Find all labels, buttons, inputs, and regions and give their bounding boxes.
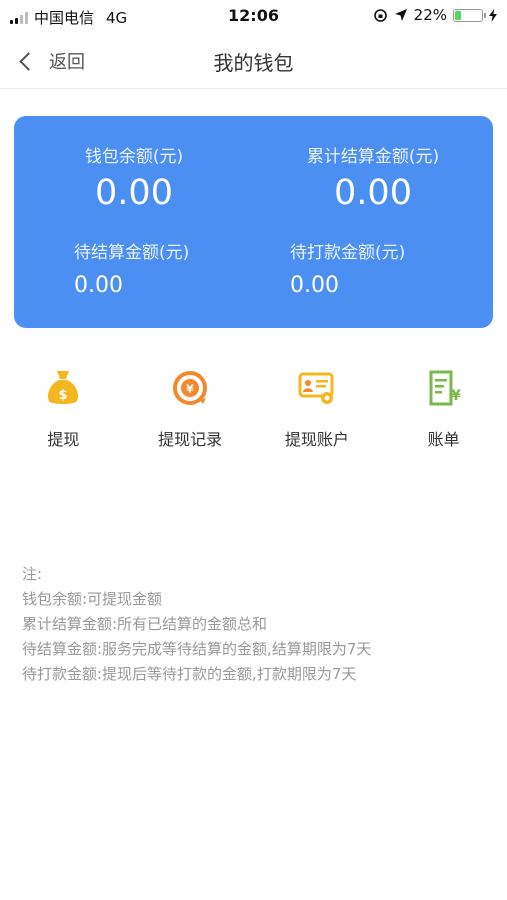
withdraw-button[interactable]: $ 提现 [0,368,127,450]
money-bag-icon: $ [48,371,79,404]
note-line: 累计结算金额:所有已结算的金额总和 [22,615,268,633]
wallet-actions: $ 提现 ¥ 提现记录 提现账户 ¥ 账单 [0,368,507,450]
location-arrow-icon [394,9,407,21]
battery-fill [455,10,462,20]
yuan-record-icon: ¥ [173,371,208,405]
total-settled-value: 0.00 [334,173,412,213]
note-line: 待结算金额:服务完成等待结算的金额,结算期限为7天 [22,640,372,658]
pending-payment-label: 待打款金额(元) [290,243,406,263]
withdraw-label: 提现 [47,430,80,449]
wallet-summary-card: 钱包余额(元) 0.00 累计结算金额(元) 0.00 待结算金额(元) 0.0… [14,116,493,328]
svg-text:¥: ¥ [451,388,461,404]
bill-icon: ¥ [429,370,461,406]
notes-section: 注: 钱包余额:可提现金额 累计结算金额:所有已结算的金额总和 待结算金额:服务… [22,562,371,687]
pending-payment-block: 待打款金额(元) 0.00 [290,238,405,298]
account-settings-icon [298,372,334,404]
total-settled-block: 累计结算金额(元) 0.00 [253,142,493,213]
pending-settlement-block: 待结算金额(元) 0.00 [74,238,189,298]
pending-payment-value: 0.00 [290,273,339,298]
battery-icon [453,8,486,22]
withdraw-account-button[interactable]: 提现账户 [254,368,381,450]
status-bar: 中国电信 4G 12:06 22% [0,0,507,34]
note-line: 待打款金额:提现后等待打款的金额,打款期限为7天 [22,665,357,683]
notes-heading: 注: [22,565,43,583]
bill-button[interactable]: ¥ 账单 [380,368,507,450]
svg-text:$: $ [59,388,68,403]
battery-percent: 22% [413,6,447,24]
balance-block: 钱包余额(元) 0.00 [14,142,254,213]
total-settled-label: 累计结算金额(元) [306,147,440,167]
pending-settlement-label: 待结算金额(元) [74,243,190,263]
balance-label: 钱包余额(元) [84,147,184,167]
note-line: 钱包余额:可提现金额 [22,590,163,608]
charging-bolt-icon [489,8,497,22]
withdraw-record-button[interactable]: ¥ 提现记录 [127,368,254,450]
withdraw-record-label: 提现记录 [158,430,223,449]
status-right: 22% [373,6,497,24]
page-title: 我的钱包 [213,51,294,75]
orientation-lock-icon [373,8,387,22]
bill-label: 账单 [427,430,460,449]
nav-bar: 返回 我的钱包 [0,34,507,89]
withdraw-account-label: 提现账户 [284,430,349,449]
pending-settlement-value: 0.00 [74,273,123,298]
balance-value: 0.00 [95,173,173,213]
svg-text:¥: ¥ [186,383,194,396]
